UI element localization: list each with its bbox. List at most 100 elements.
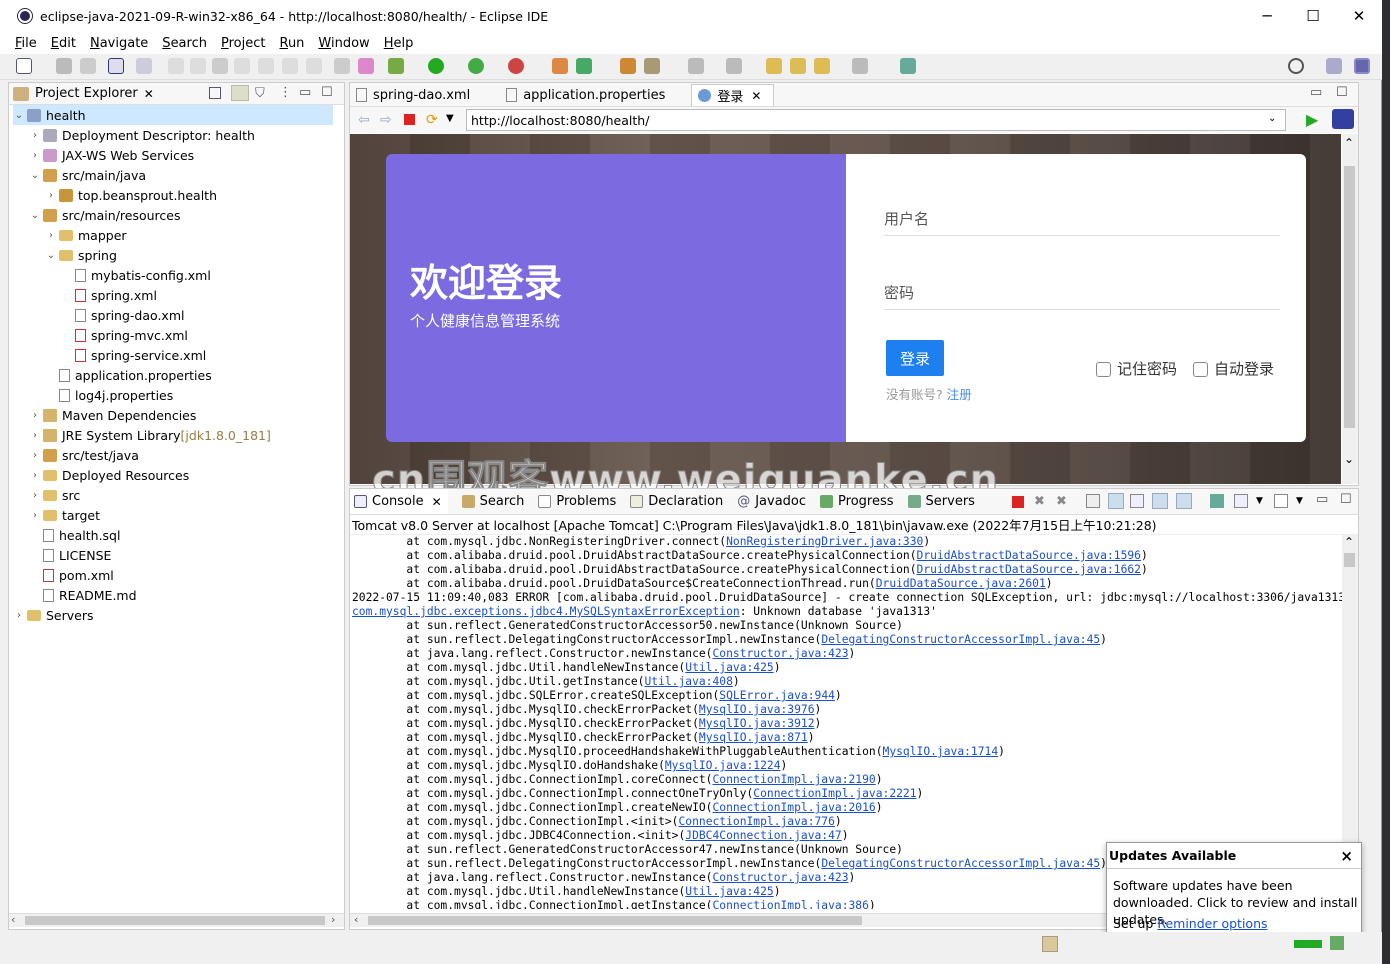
maximize-editor-icon[interactable]: ☐ (1336, 85, 1348, 100)
scroll-thumb[interactable] (1344, 553, 1355, 567)
stack-trace-link[interactable]: MysqlIO.java:1224 (665, 759, 781, 772)
tree-item[interactable]: › src/test/java (29, 445, 139, 465)
display-dropdown-icon[interactable]: ▼ (1256, 496, 1263, 506)
login-button[interactable]: 登录 (886, 340, 944, 376)
view-menu-icon[interactable]: ⋮ (279, 85, 292, 100)
scroll-thumb[interactable] (1344, 166, 1355, 428)
tab-search[interactable]: Search (458, 494, 524, 509)
collapsed-chevron-icon[interactable]: › (13, 610, 25, 621)
minimize-console-icon[interactable]: ▭ (1316, 492, 1328, 507)
scroll-thumb[interactable] (25, 916, 325, 925)
stack-trace-link[interactable]: Util.java:425 (685, 885, 773, 898)
filter-icon[interactable]: ⛉ (255, 86, 265, 101)
tab-spring-dao-xml[interactable]: spring-dao.xml (350, 84, 482, 106)
tree-item[interactable]: › top.beansprout.health (45, 185, 217, 205)
clear-console-icon[interactable] (1086, 494, 1100, 508)
debug-icon[interactable] (388, 58, 404, 74)
run-icon[interactable] (428, 58, 444, 74)
browser-vertical-scrollbar[interactable]: ⌃ ⌄ (1342, 134, 1358, 484)
pin-editor-icon[interactable] (900, 58, 916, 74)
terminal-icon[interactable] (108, 58, 124, 74)
word-wrap-icon[interactable] (1130, 494, 1144, 508)
next-annotation-icon[interactable] (688, 58, 704, 74)
minimize-editor-icon[interactable]: ▭ (1310, 85, 1322, 100)
tree-item[interactable]: › JAX-WS Web Services (29, 145, 194, 165)
tree-item[interactable]: spring-mvc.xml (61, 325, 188, 345)
stack-trace-link[interactable]: JDBC4Connection.java:47 (685, 829, 841, 842)
username-input[interactable]: 用户名 (884, 196, 1280, 236)
expanded-chevron-icon[interactable]: ⌄ (29, 210, 41, 221)
show-on-stdout-icon[interactable] (1152, 493, 1168, 509)
collapse-all-icon[interactable] (209, 87, 221, 99)
tree-item[interactable]: › Deployment Descriptor: health (29, 125, 255, 145)
scroll-up-icon[interactable]: ⌃ (1344, 535, 1354, 549)
stack-trace-link[interactable]: Util.java:408 (644, 675, 732, 688)
stack-trace-link[interactable]: NonRegisteringDriver.java:330 (726, 535, 923, 548)
open-type-icon[interactable] (620, 58, 636, 74)
collapsed-chevron-icon[interactable]: › (29, 510, 41, 521)
minimize-view-icon[interactable]: ▭ (299, 85, 311, 100)
maximize-button[interactable]: ☐ (1290, 0, 1336, 32)
browser-stop-icon[interactable] (404, 114, 415, 125)
reminder-options-link[interactable]: Reminder options (1157, 916, 1267, 931)
tree-item[interactable]: log4j.properties (45, 385, 173, 405)
forward-edit-icon[interactable] (790, 58, 806, 74)
use-step-filters-icon[interactable] (334, 58, 350, 74)
stack-trace-link[interactable]: DelegatingConstructorAccessorImpl.java:4… (821, 633, 1100, 646)
browser-forward-icon[interactable]: ⇨ (380, 112, 392, 128)
browser-refresh-icon[interactable]: ⟳ (426, 112, 438, 128)
collapsed-chevron-icon[interactable]: › (29, 450, 41, 461)
expanded-chevron-icon[interactable]: ⌄ (13, 110, 25, 121)
tree-item[interactable]: spring-service.xml (61, 345, 206, 365)
tree-item[interactable]: › target (29, 505, 100, 525)
external-tools-icon[interactable] (508, 58, 524, 74)
terminate-icon[interactable] (212, 58, 228, 74)
tab-progress[interactable]: Progress (816, 494, 894, 509)
collapsed-chevron-icon[interactable]: › (29, 410, 41, 421)
tree-item[interactable]: README.md (29, 585, 137, 605)
tab-declaration[interactable]: Declaration (626, 494, 723, 509)
stack-trace-link[interactable]: ConnectionImpl.java:2016 (712, 801, 875, 814)
notification-icon[interactable] (1330, 936, 1344, 950)
scroll-down-icon[interactable]: ⌄ (1344, 452, 1354, 466)
stack-trace-link[interactable]: MysqlIO.java:3912 (699, 717, 815, 730)
tree-item[interactable]: ⌄ health (13, 105, 333, 125)
tab-application-properties[interactable]: application.properties (482, 84, 677, 106)
tree-item[interactable]: ⌄ src/main/java (29, 165, 146, 185)
display-console-icon[interactable] (1234, 494, 1248, 508)
tree-item[interactable]: › Maven Dependencies (29, 405, 196, 425)
pin-console-icon[interactable] (1210, 494, 1224, 508)
tree-item[interactable]: ⌄ src/main/resources (29, 205, 181, 225)
menu-run[interactable]: Run (279, 36, 304, 51)
stack-trace-link[interactable]: DelegatingConstructorAccessorImpl.java:4… (821, 857, 1100, 870)
tab-servers[interactable]: Servers (904, 494, 975, 509)
save-all-icon[interactable] (80, 58, 96, 74)
step-into-icon[interactable] (258, 58, 274, 74)
auto-login-option[interactable]: 自动登录 (1193, 358, 1274, 379)
heap-status-bar[interactable] (1294, 940, 1322, 948)
search-toolbar-icon[interactable] (644, 58, 660, 74)
close-console-icon[interactable]: ✕ (432, 495, 442, 509)
tree-item[interactable]: spring-dao.xml (61, 305, 184, 325)
java-ee-perspective-icon[interactable] (1354, 58, 1370, 74)
tree-item[interactable]: LICENSE (29, 545, 111, 565)
tab-login-browser[interactable]: 登录 ✕ (691, 84, 775, 106)
menu-edit[interactable]: Edit (51, 36, 76, 51)
open-external-browser-icon[interactable] (1332, 109, 1354, 129)
menu-file[interactable]: File (15, 36, 37, 51)
url-input[interactable]: http://localhost:8080/health/ (466, 109, 1286, 131)
show-on-stderr-icon[interactable] (1176, 493, 1192, 509)
stack-trace-link[interactable]: MysqlIO.java:1714 (883, 745, 999, 758)
project-explorer-tab[interactable]: Project Explorer ✕ ⛉ ⋮ ▭ ☐ (9, 83, 344, 105)
new-package-icon[interactable] (576, 58, 592, 74)
tree-item[interactable]: health.sql (29, 525, 120, 545)
expanded-chevron-icon[interactable]: ⌄ (29, 170, 41, 181)
new-java-project-icon[interactable] (552, 58, 568, 74)
menu-search[interactable]: Search (162, 36, 207, 51)
disconnect-icon[interactable] (234, 58, 250, 74)
open-console-dropdown-icon[interactable]: ▼ (1296, 496, 1303, 506)
stack-trace-link[interactable]: ConnectionImpl.java:2221 (753, 787, 916, 800)
close-tab-icon[interactable]: ✕ (751, 89, 761, 103)
collapsed-chevron-icon[interactable]: › (45, 230, 57, 241)
step-over-icon[interactable] (282, 58, 298, 74)
